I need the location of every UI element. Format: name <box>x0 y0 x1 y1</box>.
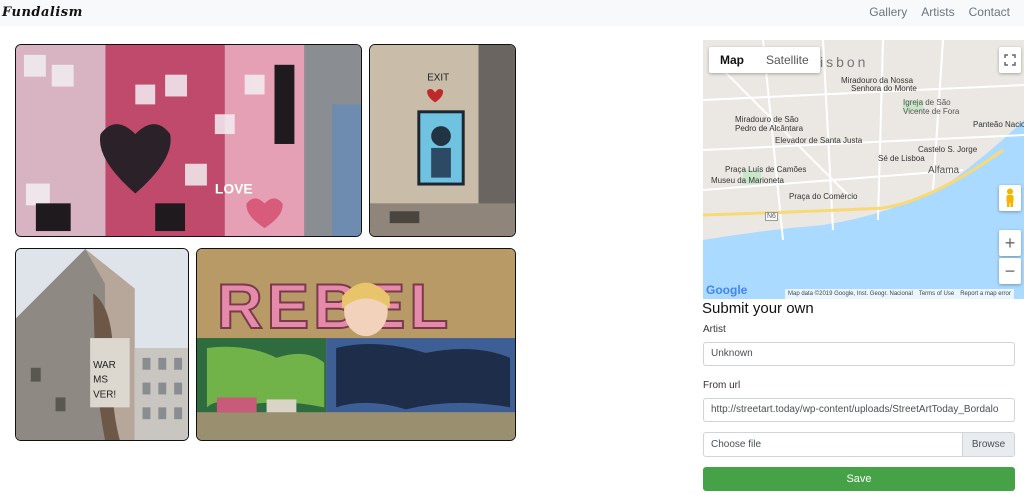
zoom-in-button[interactable]: + <box>999 230 1021 256</box>
artist-input[interactable]: Unknown <box>703 342 1015 366</box>
zoom-out-button[interactable]: − <box>999 258 1021 284</box>
nav-link-contact[interactable]: Contact <box>969 5 1010 19</box>
map-tab-map[interactable]: Map <box>709 47 755 73</box>
fullscreen-icon[interactable] <box>999 47 1021 73</box>
save-button[interactable]: Save <box>703 467 1015 491</box>
pegman-icon[interactable] <box>999 185 1021 211</box>
map-place: Castelo S. Jorge <box>918 145 978 154</box>
navbar: Fundalism Gallery Artists Contact <box>0 0 1024 26</box>
brand-logo[interactable]: Fundalism <box>2 5 83 20</box>
form-title: Submit your own <box>702 300 814 317</box>
map-road-sign: N6 <box>765 212 778 221</box>
gallery-photo-astronaut-poster[interactable]: EXIT <box>369 44 516 237</box>
map-terms-link[interactable]: Terms of Use <box>919 289 954 299</box>
map-place: Miradouro de São <box>735 115 799 124</box>
map-place: Museu da Marioneta <box>711 176 784 185</box>
map-place: Alfama <box>928 165 960 176</box>
map-place: Praça Luís de Camões <box>725 165 807 174</box>
nav-link-gallery[interactable]: Gallery <box>869 5 907 19</box>
google-logo[interactable]: Google <box>706 283 747 297</box>
map-widget[interactable]: isbon Miradouro da Nossa Senhora do Mont… <box>703 40 1024 299</box>
nav-links: Gallery Artists Contact <box>869 5 1010 19</box>
map-place: Panteão Nacional <box>973 120 1024 129</box>
map-report-link[interactable]: Report a map error <box>960 289 1011 299</box>
browse-button[interactable]: Browse <box>962 433 1014 456</box>
svg-text:WAR: WAR <box>93 360 116 371</box>
map-place: Vicente de Fora <box>903 107 960 116</box>
gallery-photo-building-mural[interactable]: WAR MS VER! <box>15 248 189 441</box>
gallery-photo-graffiti-wall[interactable]: LOVE <box>15 44 362 237</box>
rebel-text: REBEL <box>217 272 452 342</box>
artist-label: Artist <box>703 324 726 335</box>
map-place: Pedro de Alcântara <box>735 124 804 133</box>
gallery-photo-rebel-wall[interactable]: REBEL <box>196 248 516 441</box>
url-label: From url <box>703 380 741 391</box>
map-place: Elevador de Santa Justa <box>775 136 863 145</box>
svg-text:LOVE: LOVE <box>215 180 253 196</box>
map-place: Senhora do Monte <box>851 84 917 93</box>
map-city-label: isbon <box>820 54 869 70</box>
map-type-tabs: Map Satellite <box>709 47 820 73</box>
map-place: Sé de Lisboa <box>878 154 925 163</box>
file-input-label[interactable]: Choose file <box>704 433 962 456</box>
svg-text:MS: MS <box>93 375 108 386</box>
map-tab-satellite[interactable]: Satellite <box>755 47 820 73</box>
file-input[interactable]: Choose file Browse <box>703 432 1015 457</box>
url-input[interactable]: http://streetart.today/wp-content/upload… <box>703 398 1015 422</box>
map-place: Igreja de São <box>903 98 951 107</box>
svg-text:VER!: VER! <box>93 389 116 400</box>
svg-text:EXIT: EXIT <box>427 73 449 84</box>
nav-link-artists[interactable]: Artists <box>921 5 954 19</box>
map-data-credit: Map data ©2019 Google, Inst. Geogr. Naci… <box>788 291 913 297</box>
map-footer: Map data ©2019 Google, Inst. Geogr. Naci… <box>785 289 1014 299</box>
map-place: Praça do Comércio <box>789 192 858 201</box>
